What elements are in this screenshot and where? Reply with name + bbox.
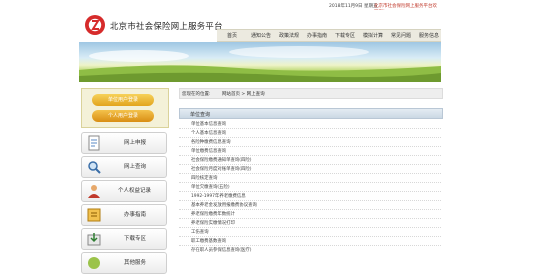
list-item-label: 单位基本信息查询 [191,122,227,127]
sidebar-item-label: 办事指南 [124,212,147,218]
banner [79,42,441,82]
breadcrumb-prefix: 您现在的位置: [182,92,211,97]
nav-item-services[interactable]: 服务信息 [419,32,439,39]
sidebar-item-other-services[interactable]: 其他服务 [81,252,167,274]
nav-item-guide[interactable]: 办事指南 [307,32,327,39]
sidebar: 单位用户登录 个人用户登录 网上申报 网上查询 个人权益记录 办事指南 下载专区… [79,88,171,274]
nav-item-notices[interactable]: 通知公告 [251,32,271,39]
social-insurance-logo-icon [85,15,105,35]
list-item-label: 单位缴费信息查询 [191,149,227,154]
list-item[interactable]: 职工缴费基数查询 [179,236,441,245]
list-item[interactable]: 养老保险实缴情况打印 [179,218,441,227]
nav-item-faq[interactable]: 常见问题 [391,32,411,39]
list-item-label: 社会保险缴费通知单查询(四险) [191,158,252,163]
sidebar-item-label: 网上申报 [124,140,147,146]
user-record-icon [88,185,100,198]
list-item-label: 各险种缴费信息查询 [191,140,231,145]
sidebar-item-downloads[interactable]: 下载专区 [81,228,167,250]
list-item-label: 工伤查询 [191,230,209,235]
list-item-label: 四险核定查询 [191,176,218,181]
list-item-label: 养老保险缴费年数统计 [191,212,235,217]
nav-item-policies[interactable]: 政策法规 [279,32,299,39]
list-item[interactable]: 养老保险缴费年数统计 [179,209,441,218]
sidebar-item-label: 网上查询 [124,164,147,170]
list-item[interactable]: 单位缴费信息查询 [179,146,441,155]
site-title: 北京市社会保险网上服务平台 [110,21,223,31]
main-nav: 首页 通知公告 政策法规 办事指南 下载专区 模拟计算 常见问题 服务信息 [217,29,441,42]
list-item-label: 1992-1997年养老缴费信息 [191,194,246,199]
breadcrumb-path[interactable]: 网站首页 > 网上查询 [222,91,265,97]
list-item[interactable]: 社会保险月度对账单查询(四险) [179,164,441,173]
list-item[interactable]: 社会保险缴费通知单查询(四险) [179,155,441,164]
login-box: 单位用户登录 个人用户登录 [81,88,169,128]
list-item[interactable]: 单位基本信息查询 [179,119,441,128]
current-date: 2018年11月9日 星期五 [329,4,378,9]
unit-login-button[interactable]: 单位用户登录 [92,94,154,106]
service-icon [88,257,100,269]
sidebar-item-online-declaration[interactable]: 网上申报 [81,132,167,154]
list-item[interactable]: 单位欠缴查询(五险) [179,182,441,191]
list-item[interactable]: 工伤查询 [179,227,441,236]
list-item-label: 社会保险月度对账单查询(四险) [191,167,252,172]
magnifier-icon [88,161,101,174]
sidebar-item-online-query[interactable]: 网上查询 [81,156,167,178]
list-item-label: 基本养老金发放用报缴费协议查询 [191,203,257,208]
personal-login-button[interactable]: 个人用户登录 [92,110,154,122]
sidebar-item-label: 其他服务 [124,260,147,266]
nav-item-downloads[interactable]: 下载专区 [335,32,355,39]
download-icon [87,233,101,246]
main-content: 您现在的位置: 网站首页 > 网上查询 单位查询 单位基本信息查询 个人基本信息… [179,88,443,264]
nav-item-simulator[interactable]: 模拟计算 [363,32,383,39]
sidebar-item-personal-record[interactable]: 个人权益记录 [81,180,167,202]
sidebar-item-label: 下载专区 [124,236,147,242]
list-item-label: 养老保险实缴情况打印 [191,221,235,226]
document-icon [88,135,100,151]
list-item-label: 单位欠缴查询(五险) [191,185,230,190]
sidebar-item-label: 个人权益记录 [118,188,152,194]
list-item[interactable]: 个人基本信息查询 [179,128,441,137]
panel-title: 单位查询 [190,112,211,118]
list-item[interactable]: 基本养老金发放用报缴费协议查询 [179,200,441,209]
page: 2018年11月9日 星期五 北京市社会保险网上服务平台欢迎您! 北京市社会保险… [79,0,443,274]
list-item-label: 职工缴费基数查询 [191,239,227,244]
list-item[interactable]: 各险种缴费信息查询 [179,137,441,146]
breadcrumb: 您现在的位置: 网站首页 > 网上查询 [179,88,443,99]
top-bar: 2018年11月9日 星期五 北京市社会保险网上服务平台欢迎您! [79,0,441,15]
list-item-label: 存在职人员参保信息查询(医疗) [191,248,252,253]
list-item[interactable]: 四险核定查询 [179,173,441,182]
list-item-label: 个人基本信息查询 [191,131,227,136]
list-item[interactable]: 存在职人员参保信息查询(医疗) [179,245,441,254]
nav-item-home[interactable]: 首页 [227,32,237,39]
sidebar-item-guide[interactable]: 办事指南 [81,204,167,226]
landscape-illustration [79,46,441,82]
list-item[interactable]: 1992-1997年养老缴费信息 [179,191,441,200]
guide-book-icon [87,208,101,222]
panel-header: 单位查询 [179,108,443,119]
